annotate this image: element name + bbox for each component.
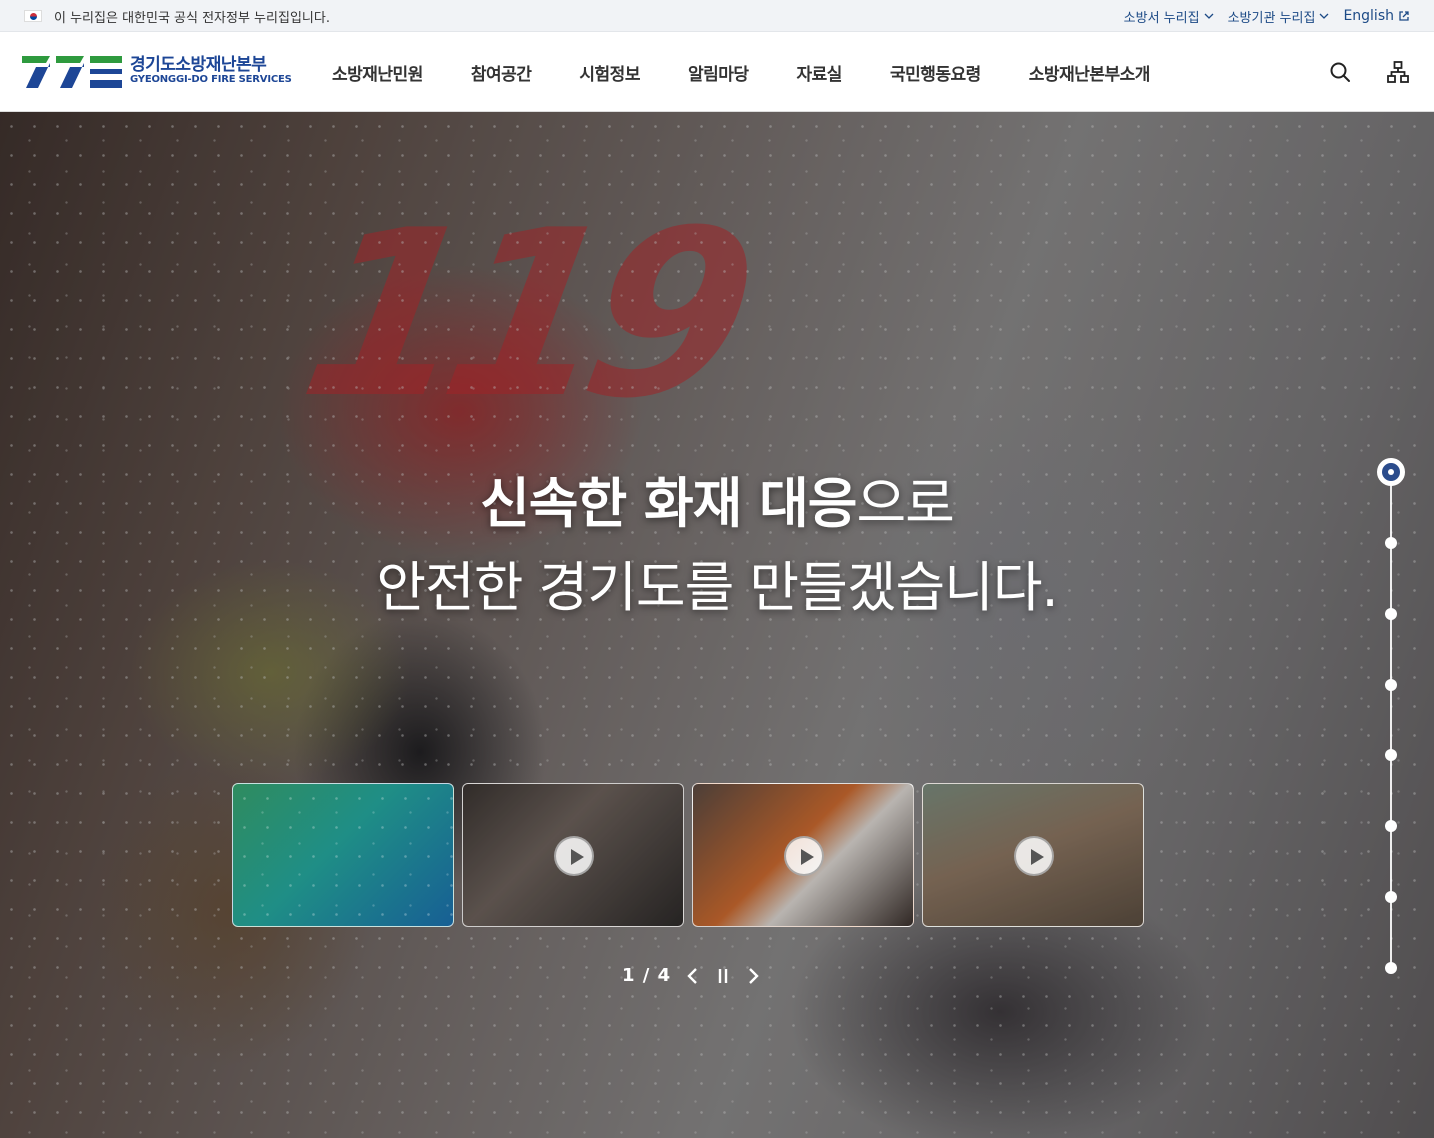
english-site-link[interactable]: English (1343, 8, 1410, 24)
chevron-down-icon (1204, 13, 1214, 19)
fire-station-sites-dropdown[interactable]: 소방서 누리집 (1124, 7, 1214, 26)
logo-korean: 경기도소방재난본부 (130, 54, 267, 75)
play-icon[interactable] (784, 836, 824, 876)
thumbnail-4[interactable] (922, 783, 1144, 927)
gov-banner: 이 누리집은 대한민국 공식 전자정부 누리집입니다. 소방서 누리집 소방기관… (0, 0, 1434, 32)
external-link-icon (1399, 11, 1409, 21)
nav-item-civil-service[interactable]: 소방재난민원 (308, 60, 447, 85)
nav-item-participation[interactable]: 참여공간 (447, 60, 556, 85)
main-nav: 소방재난민원 참여공간 시험정보 알림마당 자료실 국민행동요령 소방재난본부소… (308, 32, 1174, 112)
hero-line-2: 안전한 경기도를 만들겠습니다. (376, 556, 1058, 619)
pause-icon[interactable] (715, 966, 731, 986)
video-thumbnails (232, 783, 1144, 927)
search-icon[interactable] (1328, 60, 1352, 84)
hero-line-1-light: 으로 (856, 472, 954, 535)
indicator-dot-4[interactable] (1385, 679, 1397, 691)
fire-agency-sites-dropdown[interactable]: 소방기관 누리집 (1228, 7, 1330, 26)
gov-notice: 이 누리집은 대한민국 공식 전자정부 누리집입니다. (24, 0, 330, 32)
thumbnail-2[interactable] (462, 783, 684, 927)
fire-agency-sites-label: 소방기관 누리집 (1227, 10, 1316, 26)
site-header: 경기도소방재난본부 GYEONGGI-DO FIRE SERVICES 소방재난… (0, 32, 1434, 112)
play-icon[interactable] (1014, 836, 1054, 876)
english-link-label: English (1343, 8, 1394, 24)
nav-item-notices[interactable]: 알림마당 (664, 60, 773, 85)
slide-controls: 1 / 4 (622, 965, 761, 986)
gov-links: 소방서 누리집 소방기관 누리집 English (1124, 0, 1410, 32)
nav-item-resources[interactable]: 자료실 (773, 60, 866, 85)
play-icon[interactable] (554, 836, 594, 876)
header-tools (1328, 32, 1410, 112)
thumbnail-1-active[interactable] (232, 783, 454, 927)
nav-item-about[interactable]: 소방재난본부소개 (1005, 60, 1174, 85)
korea-flag-icon (24, 10, 42, 22)
nav-item-safety-guide[interactable]: 국민행동요령 (866, 60, 1005, 85)
indicator-dot-7[interactable] (1385, 891, 1397, 903)
gov-notice-text: 이 누리집은 대한민국 공식 전자정부 누리집입니다. (54, 10, 330, 26)
logo-english: GYEONGGI-DO FIRE SERVICES (130, 73, 292, 85)
indicator-dot-3[interactable] (1385, 608, 1397, 620)
hero-line-1-bold: 신속한 화재 대응 (480, 472, 857, 535)
logo-mark-icon (22, 56, 122, 88)
fire-station-sites-label: 소방서 누리집 (1123, 10, 1200, 26)
chevron-down-icon (1319, 13, 1329, 19)
indicator-dot-2[interactable] (1385, 537, 1397, 549)
indicator-dot-1-active[interactable] (1377, 458, 1405, 486)
hero-slider: 119 신속한 화재 대응으로 안전한 경기도를 만들겠습니다. 1 / 4 (0, 112, 1434, 1138)
indicator-dot-8[interactable] (1385, 962, 1397, 974)
site-logo[interactable]: 경기도소방재난본부 GYEONGGI-DO FIRE SERVICES (22, 52, 292, 90)
next-slide-icon[interactable] (745, 966, 761, 986)
hero-headline: 신속한 화재 대응으로 안전한 경기도를 만들겠습니다. (0, 462, 1434, 630)
slide-counter: 1 / 4 (622, 965, 672, 986)
thumbnail-3[interactable] (692, 783, 914, 927)
indicator-dot-6[interactable] (1385, 820, 1397, 832)
indicator-dot-5[interactable] (1385, 749, 1397, 761)
prev-slide-icon[interactable] (685, 966, 701, 986)
sitemap-icon[interactable] (1386, 60, 1410, 84)
section-indicator (1377, 457, 1407, 977)
logo-text: 경기도소방재난본부 GYEONGGI-DO FIRE SERVICES (130, 54, 292, 85)
hero-line-1: 신속한 화재 대응으로 (0, 462, 1434, 546)
nav-item-exam-info[interactable]: 시험정보 (555, 60, 664, 85)
